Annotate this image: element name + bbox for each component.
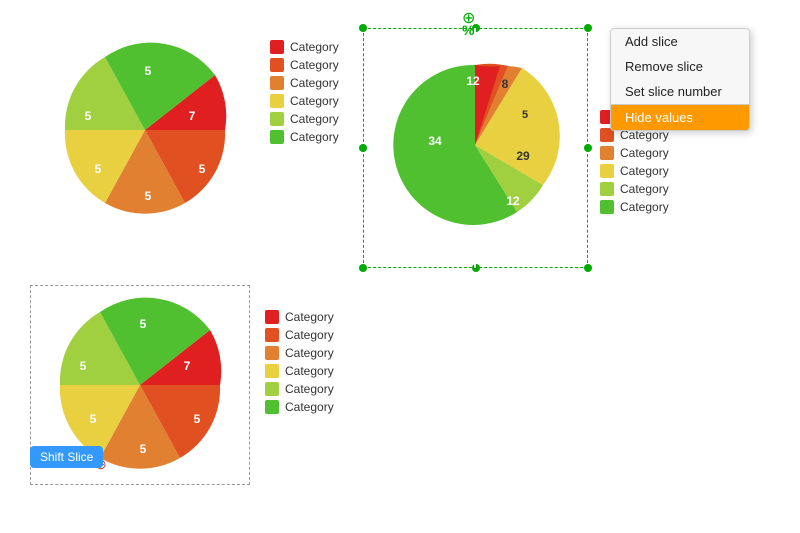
legend-item: Category <box>600 182 669 196</box>
svg-text:12: 12 <box>506 194 520 208</box>
svg-text:29: 29 <box>516 149 530 163</box>
legend-item: Category <box>265 364 334 378</box>
svg-text:5: 5 <box>522 109 528 121</box>
chart-area: 7 5 5 5 5 5 Category Category Category C… <box>0 0 800 533</box>
legend-item: Category <box>265 382 334 396</box>
bottom-left-legend: Category Category Category Category Cate… <box>265 310 334 414</box>
legend-item: Category <box>270 58 339 72</box>
context-menu: Add slice Remove slice Set slice number … <box>610 28 750 131</box>
legend-label: Category <box>290 58 339 72</box>
context-menu-item-hide-values[interactable]: Hide values <box>611 104 749 130</box>
legend-item: Category <box>270 112 339 126</box>
legend-label: Category <box>290 94 339 108</box>
shift-slice-button[interactable]: Shift Slice <box>30 446 103 468</box>
legend-item: Category <box>270 40 339 54</box>
legend-label: Category <box>290 40 339 54</box>
legend-item: Category <box>270 76 339 90</box>
svg-text:8: 8 <box>502 77 509 91</box>
svg-text:5: 5 <box>194 412 201 426</box>
svg-text:5: 5 <box>95 162 102 176</box>
svg-text:5: 5 <box>199 162 206 176</box>
legend-label: Category <box>285 328 334 342</box>
svg-text:12: 12 <box>466 74 480 88</box>
legend-item: Category <box>270 94 339 108</box>
legend-item: Category <box>265 400 334 414</box>
context-menu-item-set-slice-number[interactable]: Set slice number <box>611 79 749 104</box>
legend-label: Category <box>290 130 339 144</box>
svg-text:5: 5 <box>90 412 97 426</box>
svg-text:5: 5 <box>140 317 147 331</box>
legend-label: Category <box>290 76 339 90</box>
legend-label: Category <box>285 364 334 378</box>
legend-label: Category <box>285 400 334 414</box>
legend-item: Category <box>600 146 669 160</box>
legend-label: Category <box>290 112 339 126</box>
context-menu-item-remove-slice[interactable]: Remove slice <box>611 54 749 79</box>
legend-item: Category <box>265 310 334 324</box>
top-left-legend: Category Category Category Category Cate… <box>270 40 339 144</box>
svg-text:5: 5 <box>80 359 87 373</box>
svg-text:5: 5 <box>140 442 147 456</box>
svg-text:5: 5 <box>85 109 92 123</box>
legend-item: Category <box>600 164 669 178</box>
top-left-pie-chart[interactable]: 7 5 5 5 5 5 <box>30 15 260 245</box>
legend-item: Category <box>265 346 334 360</box>
legend-label: Category <box>285 310 334 324</box>
legend-item: Category <box>265 328 334 342</box>
legend-label: Category <box>620 182 669 196</box>
svg-text:5: 5 <box>145 189 152 203</box>
legend-label: Category <box>620 146 669 160</box>
legend-label: Category <box>620 164 669 178</box>
legend-label: Category <box>285 382 334 396</box>
svg-text:7: 7 <box>189 109 196 123</box>
legend-item: Category <box>270 130 339 144</box>
svg-text:5: 5 <box>145 64 152 78</box>
svg-text:7: 7 <box>184 359 191 373</box>
svg-text:34: 34 <box>428 134 442 148</box>
legend-label: Category <box>285 346 334 360</box>
context-menu-item-add-slice[interactable]: Add slice <box>611 29 749 54</box>
middle-pie-chart[interactable]: 34 12 29 5 8 12 <box>365 30 585 265</box>
legend-label: Category <box>620 200 669 214</box>
legend-item: Category <box>600 200 669 214</box>
